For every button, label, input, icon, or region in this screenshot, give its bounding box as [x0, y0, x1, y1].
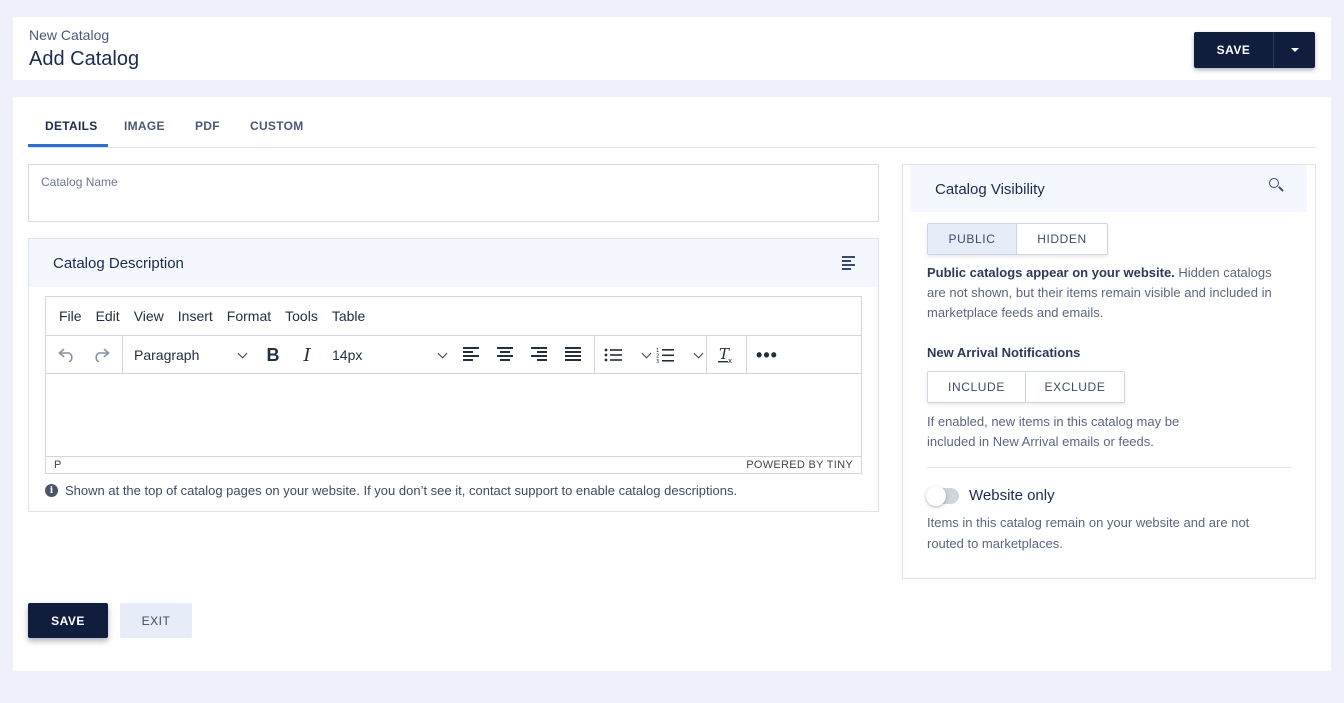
save-button[interactable]: SAVE — [1194, 32, 1274, 68]
more-options-icon[interactable]: ••• — [754, 336, 780, 374]
footer-exit-button[interactable]: EXIT — [120, 603, 192, 638]
menu-format[interactable]: Format — [227, 308, 271, 324]
editor-toolbar: Paragraph B I 14px 1 2 3 T x ••• — [46, 336, 861, 374]
visibility-toggle-group: PUBLIC HIDDEN — [927, 223, 1108, 255]
tab-bar: DETAILS IMAGE PDF CUSTOM — [28, 97, 1316, 148]
numbered-list-icon[interactable]: 123 — [656, 336, 704, 374]
element-path[interactable]: P — [54, 459, 61, 471]
visibility-title: Catalog Visibility — [935, 181, 1045, 198]
main-card: DETAILS IMAGE PDF CUSTOM Catalog Name Ca… — [13, 97, 1331, 671]
description-header: Catalog Description — [29, 239, 878, 287]
chevron-down-icon — [437, 348, 448, 358]
active-tab-indicator — [28, 144, 108, 147]
save-options-button[interactable] — [1274, 32, 1315, 68]
description-title: Catalog Description — [53, 255, 184, 272]
align-justify-icon[interactable] — [560, 336, 586, 374]
save-split-button: SAVE — [1194, 32, 1315, 68]
svg-text:3: 3 — [656, 359, 659, 363]
caret-down-icon — [1290, 48, 1299, 52]
hint-text: Shown at the top of catalog pages on you… — [65, 483, 738, 498]
hidden-option[interactable]: HIDDEN — [1016, 224, 1107, 254]
visibility-header: Catalog Visibility — [911, 165, 1307, 212]
include-option[interactable]: INCLUDE — [928, 372, 1025, 402]
catalog-description-panel: Catalog Description File Edit View Inser… — [28, 238, 879, 512]
tab-pdf[interactable]: PDF — [195, 119, 220, 133]
catalog-name-input[interactable] — [41, 193, 861, 215]
website-only-toggle[interactable] — [926, 486, 959, 506]
align-right-icon[interactable] — [526, 336, 552, 374]
menu-view[interactable]: View — [134, 308, 164, 324]
editor-content-area[interactable] — [46, 374, 861, 456]
chevron-down-icon — [641, 348, 652, 358]
info-icon: i — [45, 484, 58, 497]
align-left-icon[interactable] — [458, 336, 484, 374]
tab-image[interactable]: IMAGE — [124, 119, 165, 133]
website-only-label: Website only — [969, 487, 1055, 504]
tab-details[interactable]: DETAILS — [45, 119, 98, 133]
menu-insert[interactable]: Insert — [178, 308, 213, 324]
catalog-visibility-panel: Catalog Visibility PUBLIC HIDDEN Public … — [902, 164, 1316, 579]
description-hint: i Shown at the top of catalog pages on y… — [45, 483, 737, 498]
chevron-down-icon — [237, 348, 248, 358]
bold-icon[interactable]: B — [260, 336, 286, 374]
menu-file[interactable]: File — [59, 308, 82, 324]
footer-save-button[interactable]: SAVE — [28, 603, 108, 638]
chevron-down-icon — [693, 348, 704, 358]
powered-by-link[interactable]: POWERED BY TINY — [746, 459, 853, 471]
new-arrival-title: New Arrival Notifications — [927, 345, 1081, 360]
new-arrival-toggle-group: INCLUDE EXCLUDE — [927, 371, 1125, 403]
menu-edit[interactable]: Edit — [96, 308, 120, 324]
catalog-name-field: Catalog Name — [28, 164, 879, 222]
page-title: Add Catalog — [29, 48, 140, 70]
block-format-value: Paragraph — [134, 347, 200, 363]
editor-statusbar: P POWERED BY TINY — [46, 456, 861, 473]
svg-text:x: x — [728, 357, 732, 364]
block-format-select[interactable]: Paragraph — [134, 336, 254, 374]
italic-icon[interactable]: I — [294, 336, 320, 374]
font-size-select[interactable]: 14px — [332, 336, 452, 374]
bullet-list-icon[interactable] — [604, 336, 652, 374]
public-option[interactable]: PUBLIC — [928, 224, 1016, 254]
undo-icon[interactable] — [54, 336, 80, 374]
exclude-option[interactable]: EXCLUDE — [1025, 372, 1124, 402]
breadcrumb[interactable]: New Catalog — [29, 27, 109, 43]
tab-custom[interactable]: CUSTOM — [250, 119, 304, 133]
catalog-name-label: Catalog Name — [41, 175, 118, 189]
align-left-icon[interactable] — [842, 256, 855, 272]
search-icon[interactable] — [1269, 178, 1284, 192]
visibility-description-bold: Public catalogs appear on your website. — [927, 265, 1175, 280]
redo-icon[interactable] — [88, 336, 114, 374]
menu-tools[interactable]: Tools — [285, 308, 318, 324]
editor-menubar: File Edit View Insert Format Tools Table — [46, 297, 861, 336]
visibility-description: Public catalogs appear on your website. … — [927, 263, 1277, 323]
divider — [927, 467, 1291, 468]
align-center-icon[interactable] — [492, 336, 518, 374]
menu-table[interactable]: Table — [332, 308, 365, 324]
rich-text-editor: File Edit View Insert Format Tools Table… — [45, 296, 862, 474]
new-arrival-description: If enabled, new items in this catalog ma… — [927, 414, 1180, 449]
website-only-description: Items in this catalog remain on your web… — [927, 515, 1250, 551]
page-header: New Catalog Add Catalog SAVE — [13, 17, 1331, 80]
font-size-value: 14px — [332, 347, 363, 363]
clear-formatting-icon[interactable]: Tx — [712, 336, 738, 374]
